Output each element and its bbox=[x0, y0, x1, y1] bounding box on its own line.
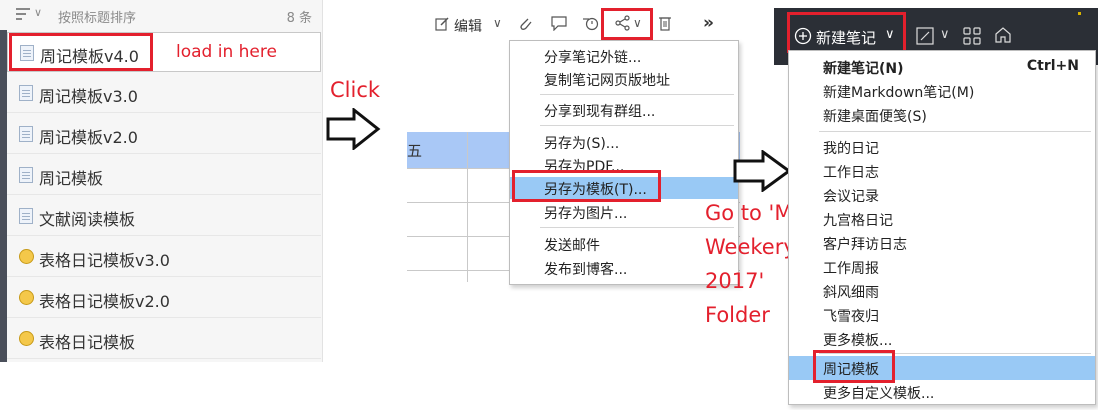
note-item[interactable]: 表格日记模板 bbox=[7, 319, 321, 359]
menu-item-share-link[interactable]: 分享笔记外链... bbox=[510, 45, 738, 67]
menu-item-template[interactable]: 九宫格日记 bbox=[789, 207, 1095, 231]
sidebar-edge bbox=[0, 30, 7, 362]
annotation-load-here: load in here bbox=[176, 42, 277, 62]
document-icon bbox=[19, 167, 33, 183]
menu-item-copy-web-url[interactable]: 复制笔记网页版地址 bbox=[510, 68, 738, 90]
note-title: 周记模板v3.0 bbox=[39, 87, 138, 106]
home-icon[interactable] bbox=[994, 26, 1012, 44]
menu-item-template[interactable]: 工作日志 bbox=[789, 159, 1095, 183]
edit-dropdown-chevron-icon[interactable]: ∨ bbox=[493, 16, 502, 30]
trash-icon[interactable] bbox=[658, 15, 672, 31]
note-item[interactable]: 文献阅读模板 bbox=[7, 196, 321, 236]
menu-item-template[interactable]: 会议记录 bbox=[789, 183, 1095, 207]
smiley-icon bbox=[19, 331, 34, 346]
menu-item-template[interactable]: 我的日记 bbox=[789, 135, 1095, 159]
menu-separator bbox=[819, 131, 1091, 132]
document-icon bbox=[19, 208, 33, 224]
table-grid-line bbox=[467, 132, 468, 282]
table-cell: 五 bbox=[407, 142, 423, 160]
note-item[interactable]: 周记模板v3.0 bbox=[7, 73, 321, 113]
right-arrow-icon bbox=[326, 108, 381, 150]
note-item[interactable]: 表格日记模板v3.0 bbox=[7, 237, 321, 277]
document-icon bbox=[19, 126, 33, 142]
menu-item-more-templates[interactable]: 更多模板... bbox=[789, 327, 1095, 351]
more-toolbar-icon[interactable]: » bbox=[703, 13, 714, 33]
highlight-box bbox=[601, 8, 653, 40]
note-list-header: ∨ 按照标题排序 8 条 bbox=[0, 0, 322, 30]
highlight-box bbox=[813, 350, 895, 383]
note-title: 表格日记模板v2.0 bbox=[39, 292, 170, 311]
menu-item-save-as-image[interactable]: 另存为图片... bbox=[510, 201, 738, 223]
expand-icon[interactable] bbox=[916, 27, 934, 45]
menu-item-template[interactable]: 工作周报 bbox=[789, 255, 1095, 279]
grid-apps-icon[interactable] bbox=[963, 27, 981, 45]
edit-icon[interactable] bbox=[435, 17, 449, 31]
highlight-box bbox=[9, 33, 153, 71]
note-item[interactable]: 表格日记模板v2.0 bbox=[7, 278, 321, 318]
menu-item-new-sticky[interactable]: 新建桌面便笺(S) bbox=[789, 103, 1095, 127]
menu-item-template[interactable]: 斜风细雨 bbox=[789, 279, 1095, 303]
sort-icon[interactable] bbox=[16, 8, 30, 20]
note-count: 8 条 bbox=[286, 11, 312, 26]
menu-separator bbox=[540, 125, 734, 126]
history-icon[interactable] bbox=[582, 16, 600, 31]
comment-icon[interactable] bbox=[551, 16, 567, 31]
note-item[interactable]: 周记模板v2.0 bbox=[7, 114, 321, 154]
status-dot bbox=[1078, 12, 1081, 15]
highlight-box bbox=[512, 170, 661, 202]
menu-item-more-custom-templates[interactable]: 更多自定义模板... bbox=[789, 380, 1095, 404]
smiley-icon bbox=[19, 249, 34, 264]
smiley-icon bbox=[19, 290, 34, 305]
menu-item-save-as[interactable]: 另存为(S)... bbox=[510, 131, 738, 153]
menu-item-send-email[interactable]: 发送邮件 bbox=[510, 233, 738, 255]
note-title: 周记模板v2.0 bbox=[39, 128, 138, 147]
menu-item-template[interactable]: 客户拜访日志 bbox=[789, 231, 1095, 255]
menu-item-new-note[interactable]: 新建笔记(N) Ctrl+N bbox=[789, 55, 1095, 79]
note-title: 周记模板 bbox=[39, 169, 104, 188]
menu-item-template[interactable]: 飞雪夜归 bbox=[789, 303, 1095, 327]
note-title: 表格日记模板 bbox=[39, 333, 136, 352]
expand-dropdown-chevron-icon[interactable]: ∨ bbox=[940, 27, 950, 42]
note-title: 表格日记模板v3.0 bbox=[39, 251, 170, 270]
highlight-box bbox=[787, 12, 906, 53]
menu-separator bbox=[540, 94, 734, 95]
note-item[interactable]: 周记模板 bbox=[7, 155, 321, 195]
sort-dropdown-chevron-icon[interactable]: ∨ bbox=[34, 6, 42, 19]
menu-item-new-markdown[interactable]: 新建Markdown笔记(M) bbox=[789, 79, 1095, 103]
annotation-click: Click bbox=[330, 78, 381, 102]
menu-item-publish-blog[interactable]: 发布到博客... bbox=[510, 257, 738, 279]
attachment-icon[interactable] bbox=[518, 15, 532, 31]
right-arrow-icon bbox=[733, 150, 792, 192]
edit-button[interactable]: 编辑 bbox=[454, 16, 482, 36]
sort-dropdown[interactable]: 按照标题排序 bbox=[58, 7, 136, 26]
document-icon bbox=[19, 85, 33, 101]
shortcut-label: Ctrl+N bbox=[1026, 58, 1079, 74]
note-title: 文献阅读模板 bbox=[39, 210, 136, 229]
menu-item-share-group[interactable]: 分享到现有群组... bbox=[510, 99, 738, 121]
